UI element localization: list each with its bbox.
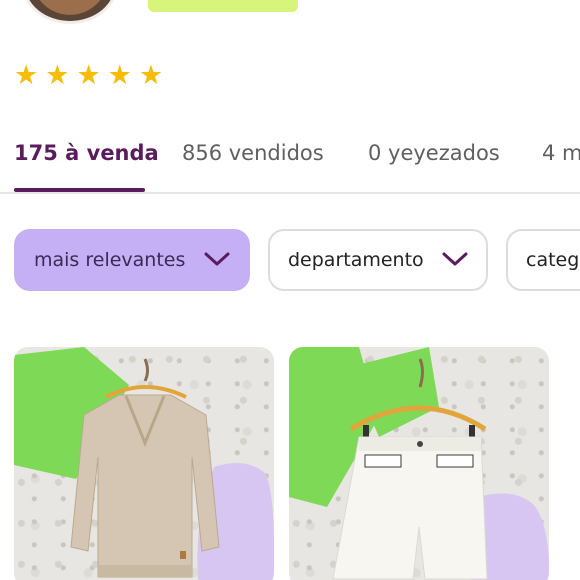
tab-yeyezados[interactable]: 0 yeyezados xyxy=(368,141,500,165)
tab-sold[interactable]: 856 vendidos xyxy=(182,141,324,165)
category-dropdown[interactable]: categ xyxy=(506,229,580,291)
active-tab-indicator xyxy=(14,188,145,192)
seller-badge xyxy=(148,0,298,12)
profile-tabs: 175 à venda 856 vendidos 0 yeyezados 4 m xyxy=(0,132,580,194)
beige-v-neck-sweater-image xyxy=(14,347,274,580)
department-dropdown-label: departamento xyxy=(288,249,424,271)
star-icon: ★ xyxy=(76,60,101,91)
white-shorts-image xyxy=(289,347,549,580)
category-dropdown-label: categ xyxy=(526,249,580,271)
chevron-down-icon xyxy=(442,252,468,266)
sort-dropdown-label: mais relevantes xyxy=(34,249,186,271)
product-card[interactable] xyxy=(14,347,274,580)
star-icon: ★ xyxy=(14,60,39,91)
tab-for-sale[interactable]: 175 à venda xyxy=(14,141,159,165)
seller-avatar[interactable] xyxy=(22,0,118,24)
star-icon: ★ xyxy=(107,60,132,91)
seller-rating: ★ ★ ★ ★ ★ xyxy=(14,60,164,91)
department-dropdown[interactable]: departamento xyxy=(268,229,488,291)
star-icon: ★ xyxy=(45,60,70,91)
sort-dropdown[interactable]: mais relevantes xyxy=(14,229,250,291)
seller-profile-page: ★ ★ ★ ★ ★ 175 à venda 856 vendidos 0 yey… xyxy=(0,0,580,580)
product-card[interactable] xyxy=(289,347,549,580)
star-icon: ★ xyxy=(138,60,164,91)
tab-more[interactable]: 4 m xyxy=(542,141,580,165)
chevron-down-icon xyxy=(204,252,230,266)
